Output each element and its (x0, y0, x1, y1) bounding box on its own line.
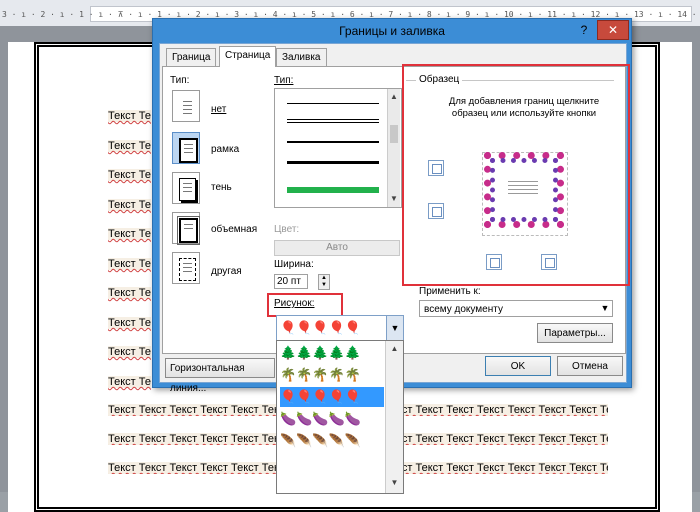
line-style-option[interactable] (287, 161, 379, 164)
top-border-button[interactable] (428, 160, 444, 176)
setting-shadow-label[interactable]: тень (211, 182, 232, 193)
color-value: Авто (326, 242, 348, 253)
options-button[interactable]: Параметры... (537, 323, 613, 343)
dialog-title: Границы и заливка (339, 24, 445, 38)
document-line: Текст Те (108, 110, 151, 122)
ok-button[interactable]: OK (485, 356, 551, 376)
scroll-down-icon[interactable]: ▼ (388, 193, 400, 205)
preview-hint: Для добавления границ щелкните образец и… (448, 96, 600, 119)
setting-box-label[interactable]: рамка (211, 144, 239, 155)
setting-3d-icon[interactable] (172, 212, 200, 245)
line-style-option-selected[interactable] (287, 187, 379, 193)
spin-down-icon[interactable]: ▼ (319, 282, 329, 289)
color-select: Авто (274, 240, 400, 256)
setting-custom-label[interactable]: другая (211, 266, 242, 277)
setting-none-label[interactable]: нет (211, 104, 226, 115)
help-icon[interactable]: ? (577, 21, 591, 39)
setting-box-icon[interactable] (172, 132, 200, 164)
art-option[interactable]: 🌴🌴🌴🌴🌴 (280, 365, 384, 385)
preview-text-line (508, 193, 538, 194)
art-label: Рисунок: (274, 298, 315, 309)
document-line: Текст Те (108, 287, 151, 299)
line-style-option[interactable] (287, 119, 379, 120)
scroll-thumb[interactable] (390, 125, 398, 143)
preview-text-line (508, 189, 538, 190)
art-dropdown-list[interactable]: 🌲🌲🌲🌲🌲 🌴🌴🌴🌴🌴 🎈🎈🎈🎈🎈 🍆🍆🍆🍆🍆 🪶🪶🪶🪶🪶 ▲ ▼ (276, 340, 404, 494)
art-dropdown-scrollbar[interactable]: ▲ ▼ (385, 341, 403, 493)
art-dropdown-chevron-icon[interactable]: ▼ (386, 316, 403, 340)
cancel-button[interactable]: Отмена (557, 356, 623, 376)
setting-3d-label[interactable]: объемная (211, 224, 257, 235)
width-label: Ширина: (274, 259, 314, 270)
document-line: Текст Те (108, 376, 151, 388)
art-option[interactable]: 🌲🌲🌲🌲🌲 (280, 343, 384, 363)
style-label: Тип: (274, 75, 294, 86)
art-option[interactable]: 🪶🪶🪶🪶🪶 (280, 431, 384, 451)
setting-custom-icon[interactable] (172, 252, 200, 284)
width-input[interactable]: 20 пт (274, 274, 308, 289)
tab-shading[interactable]: Заливка (276, 48, 327, 66)
setting-shadow-icon[interactable] (172, 172, 200, 204)
line-style-list[interactable]: ▲ ▼ (274, 88, 402, 208)
art-select[interactable]: 🎈🎈🎈🎈🎈 (276, 315, 404, 341)
width-spinner[interactable]: ▲ ▼ (318, 274, 330, 290)
line-style-option[interactable] (287, 103, 379, 104)
document-line: Текст Те (108, 317, 151, 329)
spin-up-icon[interactable]: ▲ (319, 275, 329, 282)
horizontal-line-button[interactable]: Горизонтальная линия... (165, 358, 275, 394)
scroll-down-icon[interactable]: ▼ (386, 477, 403, 489)
line-style-option[interactable] (287, 141, 379, 143)
document-line: Текст Те (108, 258, 151, 270)
scroll-up-icon[interactable]: ▲ (386, 343, 403, 355)
tab-border[interactable]: Граница (166, 48, 217, 66)
style-list-scrollbar[interactable]: ▲ ▼ (387, 89, 400, 207)
art-option-selected[interactable]: 🎈🎈🎈🎈🎈 (280, 387, 384, 407)
tab-page-border[interactable]: Страница (219, 46, 277, 67)
apply-chevron-down-icon[interactable]: ▼ (598, 301, 612, 316)
scroll-up-icon[interactable]: ▲ (388, 91, 400, 103)
document-line: Текст Те (108, 346, 151, 358)
setting-none-icon[interactable] (172, 90, 200, 122)
document-line: Текст Те (108, 169, 151, 181)
preview-label: Образец (416, 74, 463, 85)
preview-text-line (508, 185, 538, 186)
art-selected-value: 🎈🎈🎈🎈🎈 (280, 320, 361, 335)
preview-text-line (508, 181, 538, 182)
close-icon[interactable]: ✕ (597, 20, 629, 40)
art-option[interactable]: 🍆🍆🍆🍆🍆 (280, 409, 384, 429)
right-border-button[interactable] (541, 254, 557, 270)
color-label: Цвет: (274, 224, 300, 235)
bottom-border-button[interactable] (428, 203, 444, 219)
left-border-button[interactable] (486, 254, 502, 270)
preview-art-border-inner (490, 158, 558, 222)
apply-to-label: Применить к: (419, 286, 481, 297)
setting-label: Тип: (170, 75, 190, 86)
apply-to-select[interactable]: всему документу (419, 300, 613, 317)
document-line: Текст Те (108, 228, 151, 240)
document-line: Текст Те (108, 199, 151, 211)
document-line: Текст Те (108, 140, 151, 152)
